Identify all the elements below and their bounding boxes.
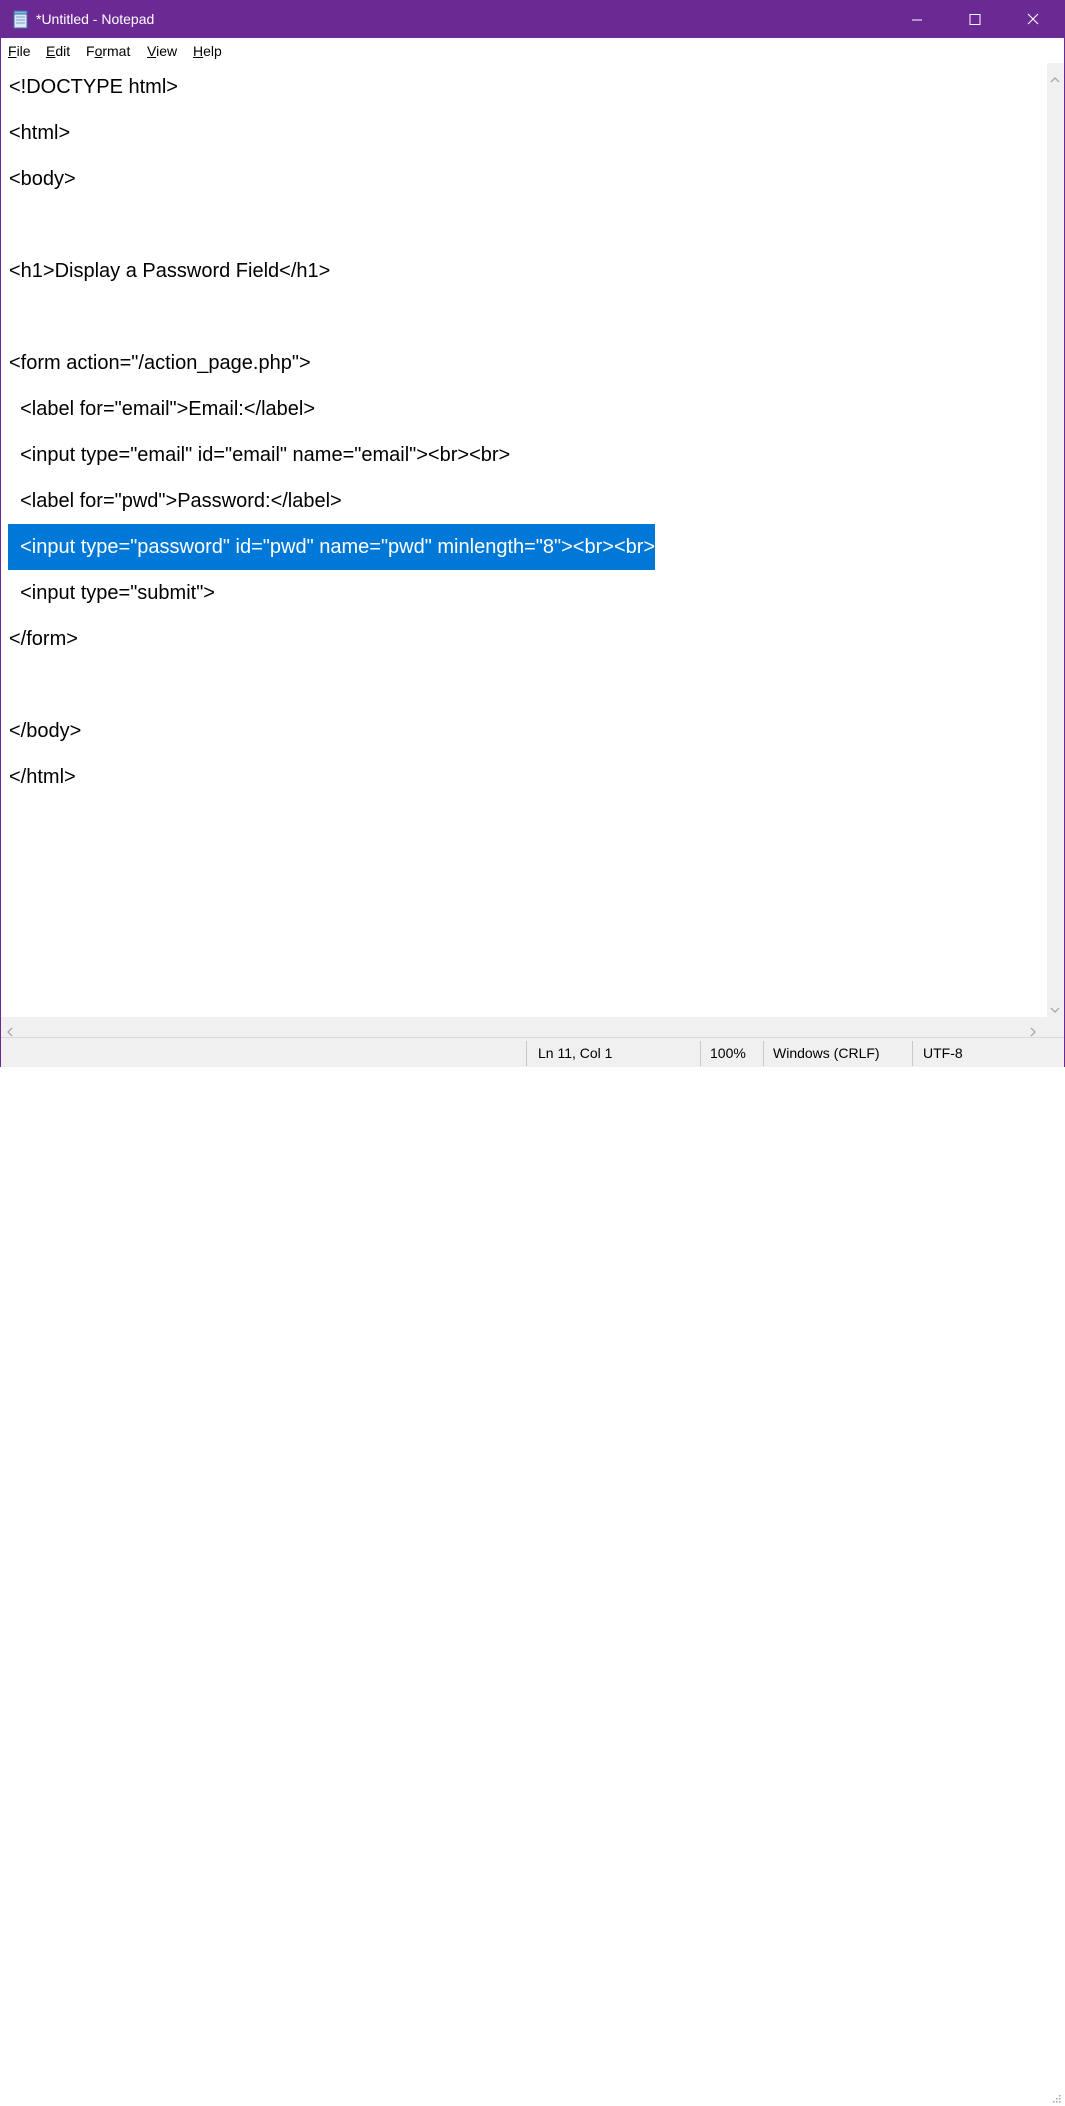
horizontal-scrollbar[interactable] [1, 1017, 1047, 1037]
editor-line[interactable]: </html> [9, 762, 76, 792]
editor-line[interactable]: </body> [9, 716, 81, 746]
editor-line[interactable]: <body> [9, 164, 76, 194]
scroll-up-arrow-icon[interactable] [1050, 70, 1060, 83]
menu-edit-mnemonic: E [46, 43, 56, 59]
status-zoom: 100% [710, 1045, 746, 1061]
menu-view-mnemonic: V [147, 43, 157, 59]
status-bar: Ln 11, Col 1 100% Windows (CRLF) UTF-8 [1, 1037, 1064, 2103]
menu-file[interactable]: File [8, 43, 31, 59]
menu-edit-label: dit [55, 43, 71, 59]
status-divider [526, 1041, 527, 1066]
scrollbar-corner [1047, 1017, 1064, 1037]
menu-format-label: rmat [102, 43, 131, 59]
menu-file-mnemonic: F [8, 43, 17, 59]
status-line-ending: Windows (CRLF) [773, 1045, 880, 1061]
close-button[interactable] [1004, 1, 1062, 38]
status-position: Ln 11, Col 1 [538, 1045, 613, 1061]
status-divider [912, 1041, 913, 1066]
editor-line[interactable]: <label for="pwd">Password:</label> [9, 486, 342, 516]
editor-line[interactable]: <!DOCTYPE html> [9, 72, 178, 102]
menu-help[interactable]: Help [193, 43, 222, 59]
editor-line[interactable]: </form> [9, 624, 78, 654]
editor-line[interactable]: <form action="/action_page.php"> [9, 348, 311, 378]
scroll-down-arrow-icon[interactable] [1050, 1000, 1060, 1013]
menu-view[interactable]: View [147, 43, 177, 59]
status-encoding: UTF-8 [923, 1045, 963, 1061]
editor-line[interactable]: <input type="submit"> [9, 578, 215, 608]
menu-help-label: elp [203, 43, 222, 59]
minimize-button[interactable] [888, 1, 946, 38]
title-bar[interactable]: *Untitled - Notepad [1, 1, 1064, 38]
status-divider [700, 1041, 701, 1066]
scroll-right-arrow-icon[interactable] [1028, 1022, 1038, 1037]
window-title: *Untitled - Notepad [36, 11, 155, 27]
status-divider [763, 1041, 764, 1066]
vertical-scrollbar[interactable] [1047, 63, 1064, 1017]
resize-grip-icon[interactable] [1051, 2090, 1061, 2103]
text-editor-area[interactable]: <!DOCTYPE html> <html> <body> <h1>Displa… [1, 63, 1047, 1017]
editor-line[interactable]: <input type="email" id="email" name="ema… [9, 440, 510, 470]
menu-format-prefix: F [86, 43, 95, 59]
menu-view-label: iew [156, 43, 178, 59]
notepad-window: *Untitled - Notepad File Edit Format Vie… [0, 0, 1065, 2103]
editor-line[interactable]: <label for="email">Email:</label> [9, 394, 315, 424]
menu-format[interactable]: Format [86, 43, 130, 59]
scroll-left-arrow-icon[interactable] [5, 1022, 15, 1037]
editor-line[interactable]: <html> [9, 118, 70, 148]
menu-help-mnemonic: H [193, 43, 204, 59]
maximize-button[interactable] [946, 1, 1004, 38]
editor-line[interactable]: <h1>Display a Password Field</h1> [9, 256, 330, 286]
menu-bar: File Edit Format View Help [1, 38, 1064, 62]
menu-edit[interactable]: Edit [46, 43, 70, 59]
menu-file-label: ile [16, 43, 31, 59]
editor-line-selected[interactable]: <input type="password" id="pwd" name="pw… [8, 524, 656, 570]
notepad-app-icon[interactable] [12, 10, 30, 29]
